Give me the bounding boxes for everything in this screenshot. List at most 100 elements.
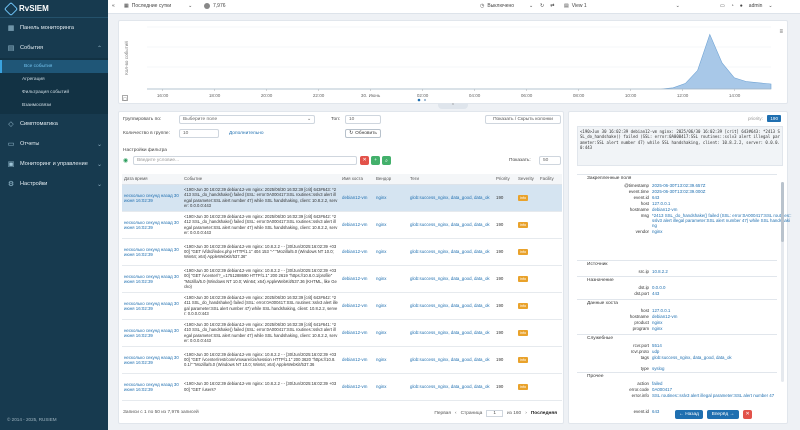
detail-field-key: event.id — [633, 409, 649, 414]
cell-event: <190>Jun 30 16:02:39 debian12-vm nginx: … — [182, 373, 340, 401]
col-header-host[interactable]: Имя хоста — [340, 174, 374, 185]
next-page-button[interactable]: › — [525, 411, 527, 416]
detail-field-row[interactable]: dst.port 443 — [609, 291, 792, 296]
sidebar-item-events[interactable]: ▤ События ⌃ — [0, 38, 108, 58]
details-scrollbar-thumb[interactable] — [781, 182, 784, 242]
detail-field-row[interactable]: event.time 2025-06-30T13:02:39.000Z — [609, 189, 792, 194]
col-header-tags[interactable]: Теги — [408, 174, 494, 185]
table-row[interactable]: несколько секунд назад 30 июня 16:02:39 <… — [122, 292, 562, 320]
col-header-time[interactable]: Дата время — [122, 174, 182, 185]
next-event-button[interactable]: Вперёд → — [707, 410, 739, 419]
detail-field-row[interactable]: @timestamp 2025-06-30T13:02:39.657Z — [609, 183, 792, 188]
detail-field-row[interactable]: dst.ip 0.0.0.0 — [609, 285, 792, 290]
sidebar-subitem-relations[interactable]: Взаимосвязи — [0, 99, 108, 112]
sidebar-item-symptoms[interactable]: ◇ Симптоматика — [0, 114, 108, 134]
section-other-title[interactable]: Прочее — [587, 374, 604, 379]
section-source-title[interactable]: Источник — [587, 262, 607, 267]
top-input[interactable]: 10 — [345, 115, 381, 124]
col-header-facility[interactable]: Facility — [538, 174, 562, 185]
table-row[interactable]: несколько секунд назад 30 июня 16:02:39 <… — [122, 211, 562, 239]
x-tick-label: 14:00 — [729, 93, 741, 98]
table-row[interactable]: несколько секунд назад 30 июня 16:02:39 <… — [122, 373, 562, 401]
page-size-select[interactable]: 50 — [539, 156, 561, 165]
sidebar-item-monitoring[interactable]: ▣ Мониторинг и управление ⌄ — [0, 154, 108, 174]
detail-field-row[interactable]: event.id 643 — [609, 195, 792, 200]
table-row[interactable]: несколько секунд назад 30 июня 16:02:39 <… — [122, 319, 562, 347]
detail-field-row[interactable]: error.info SSL routines::sslv3 alert ille… — [609, 393, 792, 398]
collapse-chart-handle[interactable]: ⌃ — [438, 103, 468, 109]
sidebar-subitem-aggregation[interactable]: Агрегация — [0, 73, 108, 86]
refresh-icon[interactable]: ↻ — [540, 3, 544, 9]
prev-event-button[interactable]: ← Назад — [675, 410, 703, 419]
sidebar-subitem-filtering[interactable]: Фильтрация событий — [0, 86, 108, 99]
detail-field-row[interactable]: src.ip 10.8.2.2 — [609, 269, 792, 274]
cell-time: несколько секунд назад 30 июня 16:02:39 — [122, 184, 182, 212]
detail-field-row[interactable]: hostname debian12-vm — [609, 207, 792, 212]
close-details-button[interactable]: ✕ — [743, 410, 752, 419]
detail-field-row[interactable]: msg *2413 SSL_do_handshake() failed (SSL:… — [609, 213, 792, 228]
clear-filter-button[interactable]: ✕ — [360, 156, 369, 165]
cell-tags: glob:success_nginx, data_good, data_ok — [408, 184, 494, 212]
prev-page-button[interactable]: ‹ — [455, 411, 457, 416]
table-row[interactable]: несколько секунд назад 30 июня 16:02:39 <… — [122, 265, 562, 293]
detail-field-row[interactable]: hostname debian12-vm — [609, 314, 792, 319]
sidebar-item-reports[interactable]: ▭ Отчеты ⌄ — [0, 134, 108, 154]
detail-field-row[interactable]: type syslog — [609, 366, 792, 371]
group-by-select[interactable]: Выберите поле ⌄ — [179, 115, 315, 124]
sidebar-subitem-all-events[interactable]: Все события — [0, 60, 108, 73]
detail-field-row[interactable]: program nginx — [609, 326, 792, 331]
chart-menu-icon[interactable]: ≡ — [779, 29, 783, 35]
detail-field-row[interactable]: rcvr.proto udp — [609, 349, 792, 354]
collapse-sidebar-button[interactable]: « — [112, 3, 115, 9]
table-row[interactable]: несколько секунд назад 30 июня 16:02:39 <… — [122, 238, 562, 266]
columns-toggle-button[interactable]: Показать / Скрыть колонки — [485, 115, 561, 124]
autorefresh-select[interactable]: ◷ Выключено ⌄ — [480, 3, 533, 9]
table-row[interactable]: несколько секунд назад 30 июня 16:02:39 <… — [122, 346, 562, 374]
bell-icon[interactable]: ◔ — [731, 3, 734, 9]
refresh-button[interactable]: ↻ Обновить — [345, 129, 381, 138]
filter-query-input[interactable]: Введите условие... — [133, 156, 357, 165]
save-icon[interactable]: ▭ — [720, 3, 725, 9]
detail-field-value: 127.0.0.1 — [652, 308, 671, 313]
view-select[interactable]: ▤ View 1 ⌄ — [564, 3, 680, 9]
page-input[interactable]: 1 — [486, 410, 503, 417]
group-count-value: 10 — [183, 131, 189, 136]
detail-field-row[interactable]: host 127.0.0.1 — [609, 308, 792, 313]
user-name[interactable]: admin — [749, 3, 763, 9]
details-scrollbar[interactable] — [781, 182, 784, 382]
col-header-vendor[interactable]: Вендор — [374, 174, 408, 185]
col-header-severity[interactable]: Severity — [516, 174, 538, 185]
detail-field-row[interactable]: action failed — [609, 381, 792, 386]
detail-field-row[interactable]: error.code 0A000417 — [609, 387, 792, 392]
add-filter-button[interactable]: + — [371, 156, 380, 165]
detail-field-row[interactable]: host 127.0.0.1 — [609, 201, 792, 206]
cell-host: debian12-vm — [340, 184, 374, 212]
chart-reset-zoom-button[interactable]: ▢ — [122, 95, 128, 101]
section-hostdata-title[interactable]: Данные хоста — [587, 301, 618, 306]
detail-field-row[interactable]: rcvr.port 5514 — [609, 343, 792, 348]
section-pinned-title[interactable]: Закрепленные поля — [587, 176, 631, 181]
cell-tags: glob:success_nginx, data_good, data_ok — [408, 346, 494, 374]
col-header-priority[interactable]: Priority — [494, 174, 516, 185]
eye-icon[interactable]: ◉ — [123, 157, 128, 164]
detail-field-row[interactable]: product nginx — [609, 320, 792, 325]
last-page-button[interactable]: Последняя — [531, 411, 557, 416]
sidebar-item-dashboard[interactable]: ▦ Панель мониторинга — [0, 18, 108, 38]
detail-field-row[interactable]: vendor nginx — [609, 229, 792, 234]
search-filter-button[interactable]: ⌕ — [382, 156, 391, 165]
detail-field-value: 0A000417 — [652, 387, 673, 392]
sync-icon[interactable]: ⇄ — [550, 3, 554, 9]
group-count-input[interactable]: 10 — [179, 129, 219, 138]
sidebar-item-settings[interactable]: ⚙ Настройки ⌄ — [0, 174, 108, 194]
advanced-link[interactable]: Дополнительно — [229, 131, 264, 136]
section-service-title[interactable]: Служебные — [587, 336, 613, 341]
detail-field-value: *2413 SSL_do_handshake() failed (SSL: er… — [652, 213, 792, 228]
detail-field-row[interactable]: tags glob:success_nginx, data_good, data_… — [609, 355, 792, 360]
brand-logo[interactable]: RvSIEM — [0, 0, 108, 18]
col-header-event[interactable]: Событие — [182, 174, 340, 185]
time-range-select[interactable]: ▦ Последние сутки ⌄ — [124, 3, 192, 9]
cell-facility — [538, 292, 562, 320]
first-page-button[interactable]: Первая — [434, 411, 451, 416]
section-dest-title[interactable]: Назначение — [587, 278, 614, 283]
table-row[interactable]: несколько секунд назад 30 июня 16:02:39 <… — [122, 184, 562, 212]
